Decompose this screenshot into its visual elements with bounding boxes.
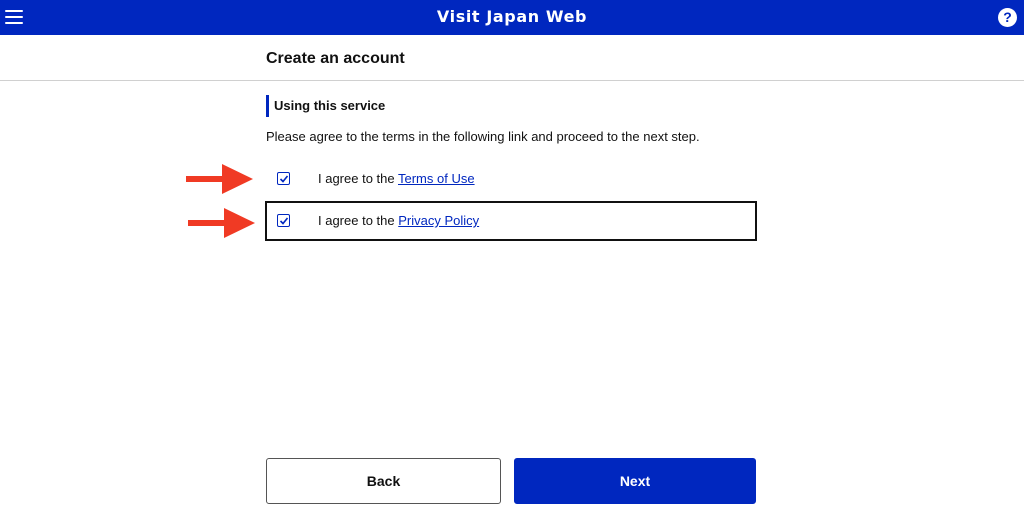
app-header: Visit Japan Web ? bbox=[0, 0, 1024, 35]
terms-agreement-row[interactable]: I agree to the Terms of Use bbox=[265, 159, 757, 199]
instruction-text: Please agree to the terms in the followi… bbox=[266, 129, 700, 144]
check-icon bbox=[279, 217, 289, 225]
next-button[interactable]: Next bbox=[514, 458, 756, 504]
terms-agreement-label: I agree to the Terms of Use bbox=[318, 171, 475, 186]
check-icon bbox=[279, 175, 289, 183]
back-button[interactable]: Back bbox=[266, 458, 501, 504]
agreement-prefix: I agree to the bbox=[318, 171, 398, 186]
privacy-policy-link[interactable]: Privacy Policy bbox=[398, 213, 479, 228]
section-heading: Using this service bbox=[266, 95, 385, 117]
red-arrow-right-icon bbox=[188, 208, 255, 238]
privacy-agreement-label: I agree to the Privacy Policy bbox=[318, 213, 479, 228]
help-icon[interactable]: ? bbox=[998, 8, 1017, 27]
app-title: Visit Japan Web bbox=[436, 7, 588, 26]
title-divider bbox=[0, 80, 1024, 81]
privacy-agreement-row[interactable]: I agree to the Privacy Policy bbox=[265, 201, 757, 241]
privacy-checkbox[interactable] bbox=[277, 214, 290, 227]
red-arrow-right-icon bbox=[186, 164, 253, 194]
page-title: Create an account bbox=[266, 50, 405, 67]
agreement-prefix: I agree to the bbox=[318, 213, 399, 228]
terms-checkbox[interactable] bbox=[277, 172, 290, 185]
terms-of-use-link[interactable]: Terms of Use bbox=[398, 171, 475, 186]
